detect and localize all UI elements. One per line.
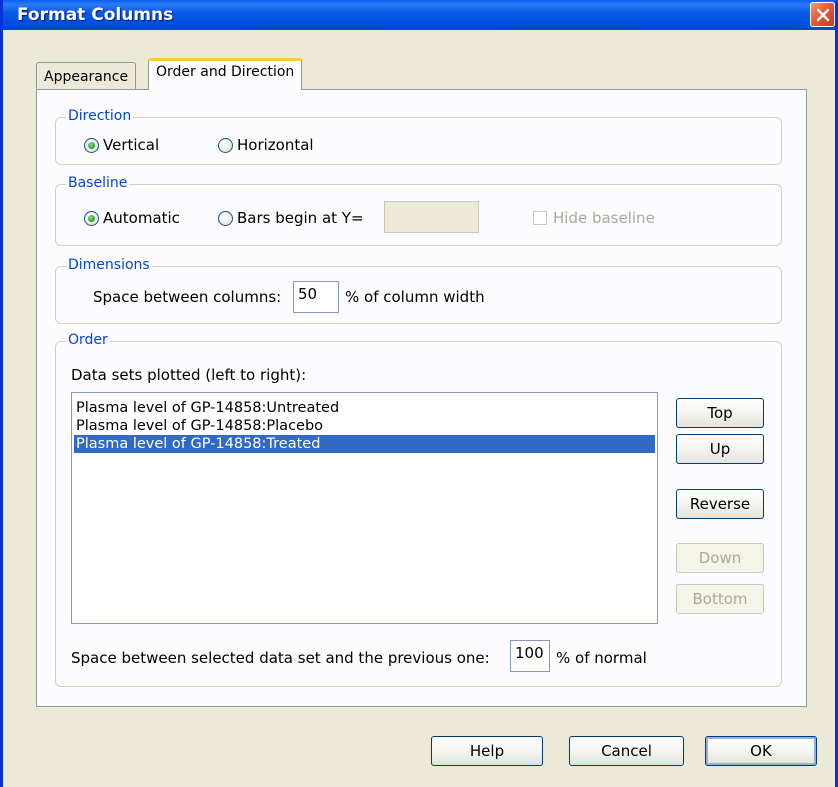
down-button[interactable]: Down [676,543,764,573]
list-item[interactable]: Plasma level of GP-14858:Untreated [74,399,655,417]
cancel-button[interactable]: Cancel [569,736,684,766]
space-between-columns-input[interactable]: 50 [293,281,339,313]
space-between-columns-unit: % of column width [345,288,485,306]
tab-label: Order and Direction [156,64,295,80]
spacing-unit: % of normal [556,649,647,667]
window-title: Format Columns [17,5,174,25]
bars-begin-input[interactable] [384,201,479,233]
top-button[interactable]: Top [676,398,764,428]
format-columns-dialog: Format Columns Appearance Order and Dire… [0,0,838,787]
bottom-button[interactable]: Bottom [676,584,764,614]
radio-label: Bars begin at Y= [237,209,364,227]
radio-selected-icon [84,137,99,153]
space-between-columns-label: Space between columns: [93,288,282,306]
radio-horizontal[interactable]: Horizontal [218,136,314,154]
radio-automatic[interactable]: Automatic [84,209,180,227]
direction-group-label: Direction [66,108,134,124]
reverse-button[interactable]: Reverse [676,489,764,519]
spacing-input[interactable]: 100 [510,640,550,672]
data-sets-label: Data sets plotted (left to right): [71,366,307,384]
help-button[interactable]: Help [431,736,543,766]
radio-label: Horizontal [237,136,314,154]
radio-label: Vertical [103,136,160,154]
radio-vertical[interactable]: Vertical [84,136,159,154]
tab-label: Appearance [44,69,129,85]
up-button[interactable]: Up [676,434,764,464]
ok-button[interactable]: OK [705,736,817,766]
close-icon [816,8,830,22]
list-item-selected[interactable]: Plasma level of GP-14858:Treated [74,435,655,453]
close-button[interactable] [810,2,835,27]
radio-selected-icon [84,210,99,226]
list-item[interactable]: Plasma level of GP-14858:Placebo [74,417,655,435]
baseline-group-label: Baseline [66,175,130,191]
radio-unselected-icon [218,137,233,153]
tab-appearance[interactable]: Appearance [36,62,137,90]
direction-group: Direction [55,108,782,165]
checkbox-label: Hide baseline [553,209,655,227]
radio-label: Automatic [103,209,180,227]
title-bar[interactable]: Format Columns [3,0,835,30]
radio-bars-begin-at[interactable]: Bars begin at Y= [218,209,364,227]
data-sets-listbox[interactable]: Plasma level of GP-14858:Untreated Plasm… [71,392,658,624]
order-group-label: Order [66,332,110,348]
hide-baseline-checkbox[interactable]: Hide baseline [533,209,655,227]
dimensions-group-label: Dimensions [66,257,152,273]
tab-order-and-direction[interactable]: Order and Direction [148,58,303,90]
spacing-label: Space between selected data set and the … [71,649,490,667]
checkbox-box [533,211,547,225]
radio-unselected-icon [218,210,233,226]
